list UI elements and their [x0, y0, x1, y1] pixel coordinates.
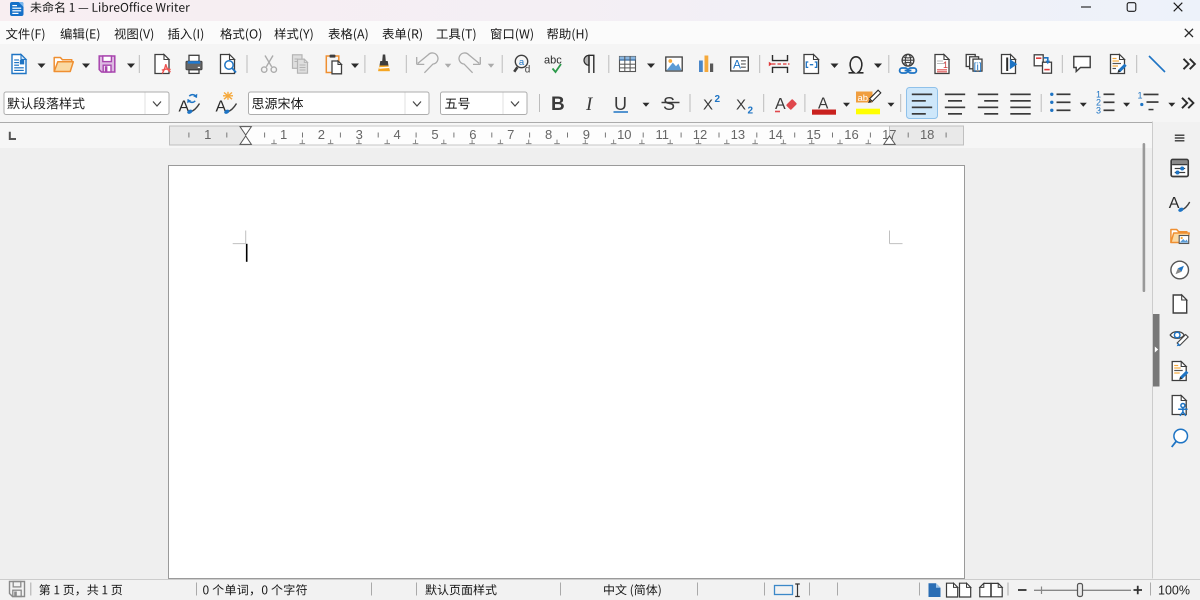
svg-text:1: 1	[280, 127, 287, 142]
svg-text:[i]: [i]	[974, 61, 982, 73]
svg-text:18: 18	[920, 127, 934, 142]
svg-text:12: 12	[693, 127, 707, 142]
svg-text:d: d	[525, 65, 531, 76]
svg-text:1: 1	[1138, 91, 1143, 101]
svg-text:4: 4	[393, 127, 400, 142]
svg-text:2: 2	[318, 127, 325, 142]
svg-text:3: 3	[1096, 106, 1101, 116]
svg-text:1: 1	[943, 60, 948, 70]
svg-text:5: 5	[431, 127, 438, 142]
svg-text:S: S	[663, 94, 675, 114]
svg-text:ab: ab	[858, 93, 869, 104]
svg-text:X: X	[703, 97, 713, 114]
svg-text:16: 16	[844, 127, 858, 142]
svg-text:7: 7	[507, 127, 514, 142]
svg-text:11: 11	[655, 127, 669, 142]
svg-text:1: 1	[204, 127, 211, 142]
svg-text:X: X	[736, 97, 746, 114]
svg-text:A: A	[1169, 195, 1180, 212]
svg-text:I: I	[585, 94, 594, 115]
svg-text:A: A	[733, 58, 741, 72]
svg-text:9: 9	[583, 127, 590, 142]
svg-text:100%: 100%	[1158, 584, 1190, 598]
svg-text:10: 10	[617, 127, 631, 142]
svg-text:2: 2	[748, 106, 754, 117]
svg-text:2: 2	[715, 94, 721, 105]
svg-text:A: A	[775, 96, 786, 113]
svg-text:U: U	[614, 94, 627, 114]
svg-text:13: 13	[731, 127, 745, 142]
svg-text:14: 14	[768, 127, 782, 142]
svg-text:B: B	[551, 94, 565, 115]
svg-text:15: 15	[806, 127, 820, 142]
svg-text:6: 6	[469, 127, 476, 142]
svg-text:8: 8	[545, 127, 552, 142]
